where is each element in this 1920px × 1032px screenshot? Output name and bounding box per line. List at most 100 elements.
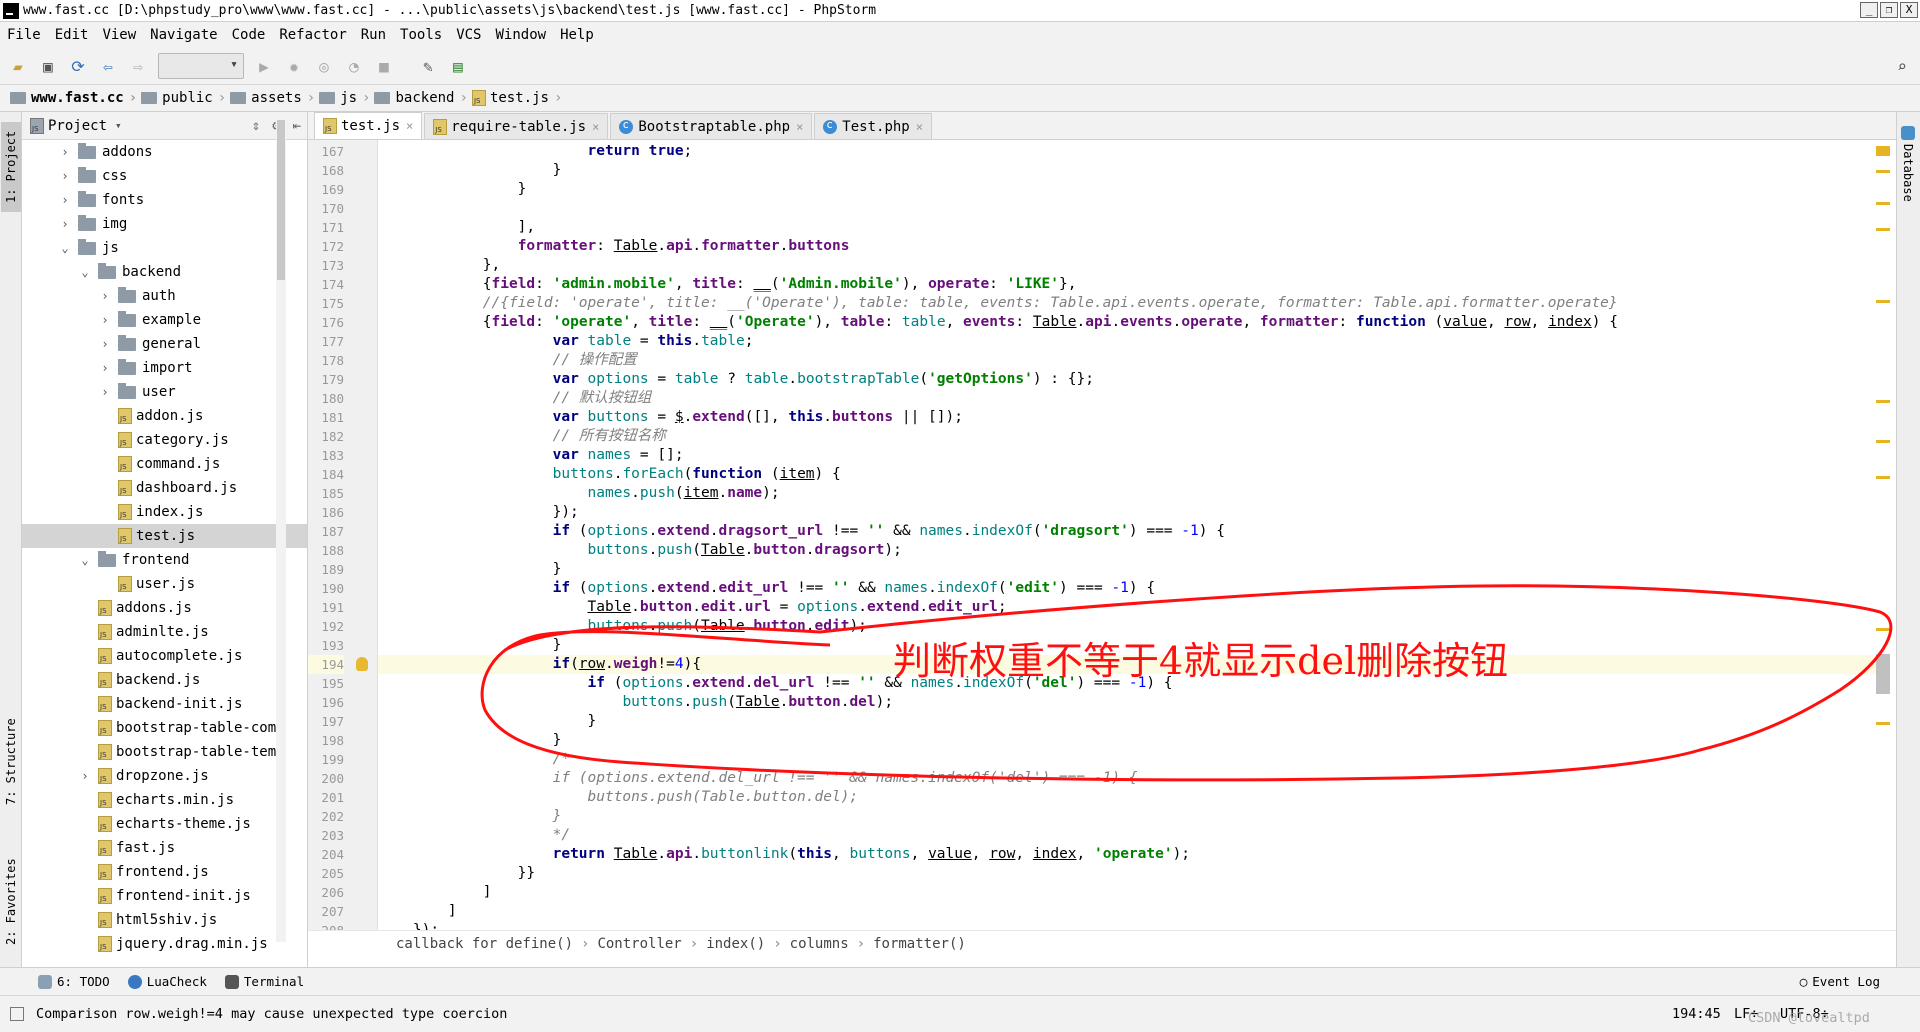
code-line[interactable]: } — [378, 807, 1878, 826]
code-line[interactable]: } — [378, 731, 1878, 750]
menu-refactor[interactable]: Refactor — [272, 27, 353, 43]
forward-arrow-icon[interactable]: ⇨ — [128, 56, 148, 76]
code-line[interactable]: return true; — [378, 142, 1878, 161]
chevron-right-icon[interactable]: › — [98, 385, 112, 399]
code-view[interactable]: return true; } } ], formatter: Table.api… — [378, 140, 1896, 930]
menu-view[interactable]: View — [95, 27, 143, 43]
database-tool-tab[interactable]: Database — [1901, 144, 1915, 202]
chevron-down-icon[interactable]: ⌄ — [78, 553, 92, 567]
tree-folder[interactable]: › general — [22, 332, 307, 356]
tree-file[interactable]: autocomplete.js — [22, 644, 307, 668]
back-arrow-icon[interactable]: ⇦ — [98, 56, 118, 76]
structure-crumb-index[interactable]: index() — [706, 936, 765, 952]
luacheck-tool-button[interactable]: LuaCheck — [127, 974, 207, 989]
chevron-right-icon[interactable]: › — [58, 169, 72, 183]
sync-icon[interactable]: ⟳ — [68, 56, 88, 76]
editor-tab[interactable]: Bootstraptable.php × — [610, 113, 813, 139]
chevron-right-icon[interactable]: › — [58, 145, 72, 159]
tree-file[interactable]: echarts.min.js — [22, 788, 307, 812]
code-line[interactable]: }); — [378, 921, 1878, 930]
breadcrumb-project[interactable]: www.fast.cc › — [10, 90, 137, 106]
code-line[interactable]: if (options.extend.edit_url !== '' && na… — [378, 579, 1878, 598]
code-line[interactable]: buttons.push(Table.button.dragsort); — [378, 541, 1878, 560]
profile-icon[interactable]: ◔ — [344, 56, 364, 76]
maximize-button[interactable]: ❐ — [1880, 2, 1898, 18]
code-line[interactable]: /* — [378, 750, 1878, 769]
tree-file[interactable]: addon.js — [22, 404, 307, 428]
code-line[interactable]: Table.button.edit.url = options.extend.e… — [378, 598, 1878, 617]
code-line[interactable]: } — [378, 180, 1878, 199]
code-line[interactable]: }, — [378, 256, 1878, 275]
chevron-right-icon[interactable]: › — [78, 769, 92, 783]
code-line[interactable]: //{field: 'operate', title: __('Operate'… — [378, 294, 1878, 313]
menu-navigate[interactable]: Navigate — [143, 27, 224, 43]
code-line[interactable]: if (options.extend.del_url !== '' && nam… — [378, 769, 1878, 788]
minimize-button[interactable]: _ — [1860, 2, 1878, 18]
code-line[interactable]: // 操作配置 — [378, 351, 1878, 370]
coverage-icon[interactable]: ◎ — [314, 56, 334, 76]
tree-file[interactable]: addons.js — [22, 596, 307, 620]
breadcrumb-backend[interactable]: backend › — [374, 90, 468, 106]
breadcrumb-assets[interactable]: assets › — [230, 90, 315, 106]
close-tab-icon[interactable]: × — [592, 120, 599, 134]
project-tool-tab[interactable]: 1: Project — [1, 122, 21, 212]
tree-folder[interactable]: › user — [22, 380, 307, 404]
code-line[interactable]: return Table.api.buttonlink(this, button… — [378, 845, 1878, 864]
code-line[interactable]: // 默认按钮组 — [378, 389, 1878, 408]
code-line[interactable]: buttons.push(Table.button.del); — [378, 693, 1878, 712]
code-line[interactable]: var table = this.table; — [378, 332, 1878, 351]
todo-tool-button[interactable]: 6: TODO — [38, 974, 110, 989]
intention-bulb-icon[interactable] — [356, 657, 368, 671]
structure-tool-tab[interactable]: 7: Structure — [1, 712, 21, 812]
structure-crumb-formatter[interactable]: formatter() — [873, 936, 966, 952]
code-line[interactable]: ], — [378, 218, 1878, 237]
code-line[interactable]: names.push(item.name); — [378, 484, 1878, 503]
tree-file[interactable]: backend.js — [22, 668, 307, 692]
structure-icon[interactable]: ▤ — [448, 56, 468, 76]
tree-folder[interactable]: › img — [22, 212, 307, 236]
breadcrumb-js[interactable]: js › — [319, 90, 370, 106]
tree-file[interactable]: jquery.drag.min.js — [22, 932, 307, 956]
tree-file[interactable]: user.js — [22, 572, 307, 596]
code-line[interactable]: buttons.push(Table.button.del); — [378, 788, 1878, 807]
code-line[interactable]: }); — [378, 503, 1878, 522]
editor-tab[interactable]: test.js × — [314, 112, 423, 139]
menu-window[interactable]: Window — [489, 27, 554, 43]
code-line[interactable] — [378, 199, 1878, 218]
tree-file[interactable]: test.js — [22, 524, 307, 548]
tree-file[interactable]: bootstrap-table-com — [22, 716, 307, 740]
run-configuration-select[interactable] — [158, 53, 244, 79]
tree-file[interactable]: frontend.js — [22, 860, 307, 884]
settings-wrench-icon[interactable]: ✎ — [418, 56, 438, 76]
tree-folder[interactable]: ⌄ js — [22, 236, 307, 260]
code-line[interactable]: ] — [378, 902, 1878, 921]
code-line[interactable]: */ — [378, 826, 1878, 845]
tree-folder[interactable]: › addons — [22, 140, 307, 164]
search-icon[interactable]: ⌕ — [1892, 56, 1912, 76]
code-line[interactable]: } — [378, 560, 1878, 579]
tree-file[interactable]: dashboard.js — [22, 476, 307, 500]
structure-crumb-controller[interactable]: Controller — [597, 936, 681, 952]
chevron-right-icon[interactable]: › — [98, 289, 112, 303]
code-line[interactable]: {field: 'admin.mobile', title: __('Admin… — [378, 275, 1878, 294]
chevron-down-icon[interactable]: ⌄ — [78, 265, 92, 279]
favorites-tool-tab[interactable]: 2: Favorites — [1, 852, 21, 952]
tree-file[interactable]: adminlte.js — [22, 620, 307, 644]
tree-file[interactable]: › dropzone.js — [22, 764, 307, 788]
project-panel-title[interactable]: Project — [48, 118, 107, 134]
chevron-down-icon[interactable]: ⌄ — [58, 241, 72, 255]
editor-tab[interactable]: Test.php × — [814, 113, 932, 139]
code-line[interactable]: }} — [378, 864, 1878, 883]
code-line[interactable]: ] — [378, 883, 1878, 902]
run-icon[interactable]: ▶ — [254, 56, 274, 76]
chevron-right-icon[interactable]: › — [98, 361, 112, 375]
error-stripe[interactable] — [1874, 140, 1894, 820]
code-line[interactable]: // 所有按钮名称 — [378, 427, 1878, 446]
tree-file[interactable]: index.js — [22, 500, 307, 524]
menu-file[interactable]: File — [0, 27, 48, 43]
code-line[interactable]: } — [378, 161, 1878, 180]
tree-file[interactable]: backend-init.js — [22, 692, 307, 716]
save-icon[interactable]: ▣ — [38, 56, 58, 76]
structure-crumb-define[interactable]: callback for define() — [396, 936, 573, 952]
chevron-right-icon[interactable]: › — [98, 313, 112, 327]
